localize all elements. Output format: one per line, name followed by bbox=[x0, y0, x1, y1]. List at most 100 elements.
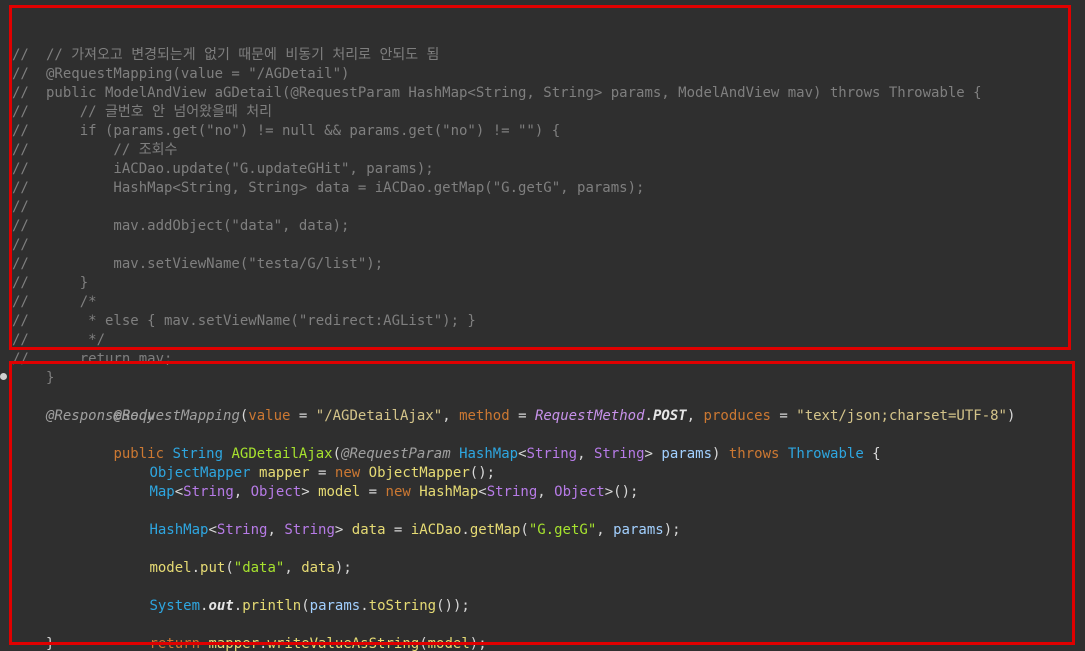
code-text: mav.setViewName("testa/G/list"); bbox=[46, 256, 384, 272]
type-name: Map bbox=[149, 484, 175, 500]
type-name: String bbox=[284, 522, 335, 538]
type-name: String bbox=[183, 484, 234, 500]
code-editor[interactable]: // 가져오고 변경되는게 없기 때문에 비동기 처리로 안되도 됨 // @R… bbox=[0, 0, 1085, 651]
code-line: System.out.println(params.toString()); bbox=[0, 559, 469, 614]
code-text: if (params.get("no") != null && params.g… bbox=[46, 123, 561, 139]
type-name: HashMap bbox=[149, 522, 209, 538]
punct: , bbox=[284, 560, 302, 576]
code-line: // if (params.get("no") != null && param… bbox=[0, 84, 560, 139]
punct: , bbox=[596, 522, 614, 538]
code-line: // return mav; bbox=[0, 312, 172, 367]
code-text: mav.addObject("data", data); bbox=[46, 218, 350, 234]
punct: , bbox=[577, 446, 594, 462]
type-name: Object bbox=[250, 484, 302, 500]
punct: , bbox=[267, 522, 285, 538]
code-line: public String AGDetailAjax(@RequestParam… bbox=[0, 407, 880, 462]
code-line: // mav.addObject("data", data); bbox=[0, 179, 349, 234]
code-line: return mapper.writeValueAsString(model); bbox=[0, 597, 486, 651]
punct: . bbox=[191, 560, 201, 576]
type-name: System bbox=[149, 598, 201, 614]
param-name: produces bbox=[703, 408, 771, 424]
string-literal: "text/json;charset=UTF-8" bbox=[796, 408, 1007, 424]
type-name: String bbox=[486, 484, 538, 500]
param-name: value bbox=[248, 408, 291, 424]
code-text: @RequestMapping(value = "/AGDetail") bbox=[46, 66, 350, 82]
code-text: // 가져오고 변경되는게 없기 때문에 비동기 처리로 안되도 됨 bbox=[46, 47, 440, 63]
code-line: } bbox=[0, 616, 54, 651]
punct: , bbox=[442, 408, 460, 424]
type-name: Object bbox=[554, 484, 605, 500]
variable: data bbox=[301, 560, 335, 576]
punct: , bbox=[233, 484, 251, 500]
code-text: public ModelAndView aGDetail(@RequestPar… bbox=[46, 85, 982, 101]
enum-type: RequestMethod bbox=[534, 408, 645, 424]
type-name: Throwable bbox=[787, 446, 864, 462]
type-name: String bbox=[216, 522, 268, 538]
code-line: // */ bbox=[0, 293, 105, 348]
code-line: HashMap<String, String> data = iACDao.ge… bbox=[0, 483, 680, 538]
punct: < bbox=[518, 446, 527, 462]
string-literal: "data" bbox=[233, 560, 285, 576]
type-name: String bbox=[526, 446, 578, 462]
punct: = bbox=[509, 408, 535, 424]
punct: , bbox=[686, 408, 704, 424]
code-line: // 가져오고 변경되는게 없기 때문에 비동기 처리로 안되도 됨 bbox=[0, 8, 439, 63]
field-ref: iACDao bbox=[410, 522, 462, 538]
method-call: getMap bbox=[469, 522, 521, 538]
code-line: // bbox=[0, 160, 51, 196]
variable: model bbox=[427, 636, 470, 651]
code-line: // @RequestMapping(value = "/AGDetail") bbox=[0, 27, 349, 82]
comment-marker: // bbox=[12, 351, 29, 367]
keyword: new bbox=[385, 484, 411, 500]
punct: ); bbox=[469, 636, 487, 651]
code-line: // /* bbox=[0, 255, 97, 310]
code-text: iACDao.update("G.updateGHit", params); bbox=[46, 161, 434, 177]
punct: ()); bbox=[436, 598, 470, 614]
punct: < bbox=[174, 484, 184, 500]
code-line: // * else { mav.setViewName("redirect:AG… bbox=[0, 274, 476, 329]
punct: > bbox=[604, 484, 614, 500]
code-text: } bbox=[46, 275, 89, 291]
code-line: model.put("data", data); bbox=[0, 521, 351, 576]
punct: ); bbox=[334, 560, 352, 576]
code-text: // 조회수 bbox=[46, 142, 178, 158]
code-line: @RequestMapping(value = "/AGDetailAjax",… bbox=[0, 369, 1015, 424]
method-call: toString bbox=[368, 598, 437, 614]
punct: ( bbox=[419, 636, 428, 651]
punct: = bbox=[385, 522, 411, 538]
punct: (); bbox=[613, 484, 639, 500]
code-line: // } bbox=[0, 331, 54, 386]
keyword: throws bbox=[728, 446, 780, 462]
code-line: // mav.setViewName("testa/G/list"); bbox=[0, 217, 383, 272]
punct: ); bbox=[663, 522, 681, 538]
punct: , bbox=[537, 484, 555, 500]
keyword: return bbox=[149, 636, 201, 651]
code-line: // HashMap<String, String> data = iACDao… bbox=[0, 141, 644, 196]
annotation: @ResponseBody bbox=[46, 408, 156, 424]
punct: = bbox=[770, 408, 797, 424]
param-name: method bbox=[459, 408, 510, 424]
code-text: /* bbox=[46, 294, 97, 310]
code-line: // } bbox=[0, 236, 88, 291]
variable: model bbox=[318, 484, 361, 500]
punct: = bbox=[290, 408, 316, 424]
punct: ( bbox=[301, 598, 310, 614]
code-text: */ bbox=[46, 332, 106, 348]
punct: . bbox=[461, 522, 470, 538]
code-text: HashMap<String, String> data = iACDao.ge… bbox=[46, 180, 645, 196]
param-ref: params bbox=[613, 522, 664, 538]
method-call: println bbox=[242, 598, 302, 614]
variable: mapper bbox=[208, 636, 260, 651]
param-name: params bbox=[661, 446, 712, 462]
code-line: // bbox=[0, 198, 51, 234]
code-line: // // 글번호 안 넘어왔을때 처리 bbox=[0, 65, 272, 120]
code-line: // // 조회수 bbox=[0, 103, 177, 158]
punct: = bbox=[360, 484, 386, 500]
method-call: put bbox=[200, 560, 226, 576]
code-line: ObjectMapper mapper = new ObjectMapper()… bbox=[0, 426, 495, 481]
punct: . bbox=[360, 598, 369, 614]
